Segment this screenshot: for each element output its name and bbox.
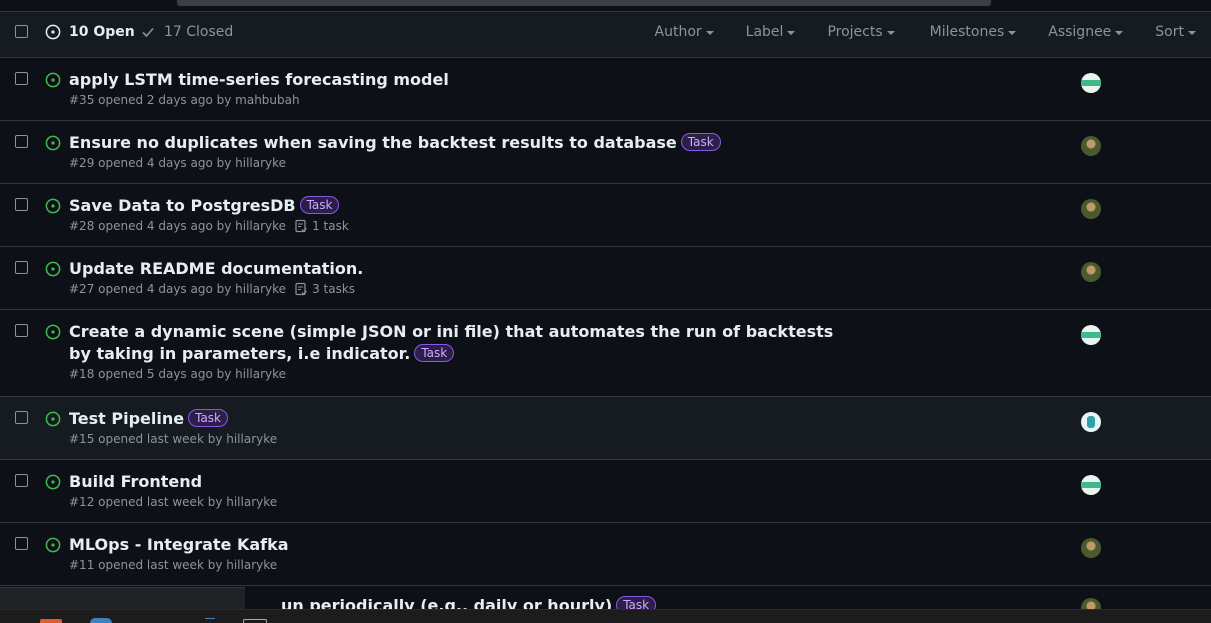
issue-meta: #18 opened 5 days ago by hillaryke — [69, 367, 287, 381]
issue-row[interactable]: MLOps - Integrate Kafka #11 opened last … — [0, 523, 1211, 586]
app-icon[interactable] — [205, 618, 215, 623]
issue-meta: #11 opened last week by hillaryke — [69, 558, 278, 572]
open-issues-filter[interactable]: 10 Open — [45, 24, 135, 40]
issue-meta: #35 opened 2 days ago by mahbubah — [69, 93, 300, 107]
issue-open-icon — [45, 261, 61, 277]
issue-title[interactable]: MLOps - Integrate Kafka — [69, 535, 289, 554]
task-count: 1 task — [312, 219, 349, 233]
issue-open-icon — [45, 72, 61, 88]
issue-row[interactable]: Ensure no duplicates when saving the bac… — [0, 121, 1211, 184]
check-icon — [142, 27, 154, 38]
milestones-filter[interactable]: Milestones — [930, 24, 1017, 40]
avatar[interactable] — [1081, 598, 1101, 609]
task-label[interactable]: Task — [188, 409, 229, 427]
avatar[interactable] — [1081, 412, 1101, 432]
issue-checkbox[interactable] — [15, 261, 28, 274]
avatar[interactable] — [1081, 199, 1101, 219]
issue-meta: #12 opened last week by hillaryke — [69, 495, 278, 509]
issue-title[interactable]: un periodically (e.g., daily or hourly) — [281, 596, 612, 609]
window-icon[interactable] — [243, 619, 267, 623]
issue-meta: #27 opened 4 days ago by hillaryke — [69, 282, 287, 296]
issue-meta: #29 opened 4 days ago by hillaryke — [69, 156, 287, 170]
horizontal-scrollbar[interactable] — [177, 0, 991, 6]
issue-checkbox[interactable] — [15, 411, 28, 424]
issue-open-icon — [45, 324, 61, 340]
window-top-strip — [0, 0, 1211, 11]
issue-meta: #28 opened 4 days ago by hillaryke — [69, 219, 287, 233]
closed-count-label: 17 Closed — [164, 24, 234, 40]
avatar[interactable] — [1081, 136, 1101, 156]
assignee-filter[interactable]: Assignee — [1048, 24, 1124, 40]
app-icon[interactable] — [40, 619, 62, 623]
issue-row[interactable]: apply LSTM time-series forecasting model… — [0, 58, 1211, 121]
issue-title[interactable]: apply LSTM time-series forecasting model — [69, 70, 449, 89]
task-progress[interactable]: 1 task — [294, 219, 349, 233]
issue-title[interactable]: Ensure no duplicates when saving the bac… — [69, 133, 677, 152]
issue-title[interactable]: Build Frontend — [69, 472, 202, 491]
issue-row[interactable]: Update README documentation. #27 opened … — [0, 247, 1211, 310]
tasklist-icon — [295, 219, 307, 233]
issue-title[interactable]: Update README documentation. — [69, 259, 363, 278]
caret-down-icon — [1115, 31, 1124, 35]
issue-open-icon — [45, 411, 61, 427]
author-filter[interactable]: Author — [655, 24, 714, 40]
filter-bar: Author Label Projects Milestones Assigne… — [655, 24, 1196, 40]
issue-open-icon — [45, 135, 61, 151]
issue-title[interactable]: Test Pipeline — [69, 409, 184, 428]
projects-filter[interactable]: Projects — [827, 24, 895, 40]
closed-issues-filter[interactable]: 17 Closed — [141, 24, 233, 40]
issue-open-icon — [45, 198, 61, 214]
issue-open-icon — [45, 474, 61, 490]
task-label[interactable]: Task — [616, 596, 657, 609]
issue-meta: #15 opened last week by hillaryke — [69, 432, 278, 446]
avatar[interactable] — [1081, 262, 1101, 282]
caret-down-icon — [886, 31, 895, 35]
select-all-checkbox[interactable] — [15, 25, 28, 38]
avatar[interactable] — [1081, 538, 1101, 558]
issue-checkbox[interactable] — [15, 474, 28, 487]
task-label[interactable]: Task — [680, 133, 721, 151]
issue-checkbox[interactable] — [15, 198, 28, 211]
caret-down-icon — [705, 31, 714, 35]
browser-icon[interactable] — [90, 618, 112, 623]
issue-open-icon — [45, 24, 61, 40]
issue-row[interactable]: Create a dynamic scene (simple JSON or i… — [0, 310, 1211, 397]
issue-row[interactable]: Save Data to PostgresDB Task #28 opened 4… — [0, 184, 1211, 247]
caret-down-icon — [1188, 31, 1196, 35]
issue-row[interactable]: Build Frontend #12 opened last week by h… — [0, 460, 1211, 523]
status-bar-popup — [0, 587, 245, 611]
issue-checkbox[interactable] — [15, 72, 28, 85]
task-label[interactable]: Task — [414, 344, 455, 362]
avatar[interactable] — [1081, 325, 1101, 345]
issues-list: 10 Open 17 Closed Author Label Projects … — [0, 11, 1211, 609]
open-count-label: 10 Open — [69, 24, 135, 40]
task-label[interactable]: Task — [299, 196, 340, 214]
label-filter[interactable]: Label — [746, 24, 796, 40]
tasklist-icon — [295, 282, 307, 296]
avatar[interactable] — [1081, 475, 1101, 495]
sort-filter[interactable]: Sort — [1155, 24, 1196, 40]
caret-down-icon — [787, 31, 796, 35]
task-count: 3 tasks — [312, 282, 356, 296]
os-taskbar — [0, 609, 1211, 623]
issue-checkbox[interactable] — [15, 135, 28, 148]
caret-down-icon — [1008, 31, 1017, 35]
task-progress[interactable]: 3 tasks — [294, 282, 355, 296]
issue-checkbox[interactable] — [15, 324, 28, 337]
issues-list-header: 10 Open 17 Closed Author Label Projects … — [0, 12, 1211, 58]
issue-title[interactable]: Save Data to PostgresDB — [69, 196, 296, 215]
issue-row[interactable]: Test Pipeline Task #15 opened last week b… — [0, 397, 1211, 460]
avatar[interactable] — [1081, 73, 1101, 93]
issue-open-icon — [45, 537, 61, 553]
issue-checkbox[interactable] — [15, 537, 28, 550]
